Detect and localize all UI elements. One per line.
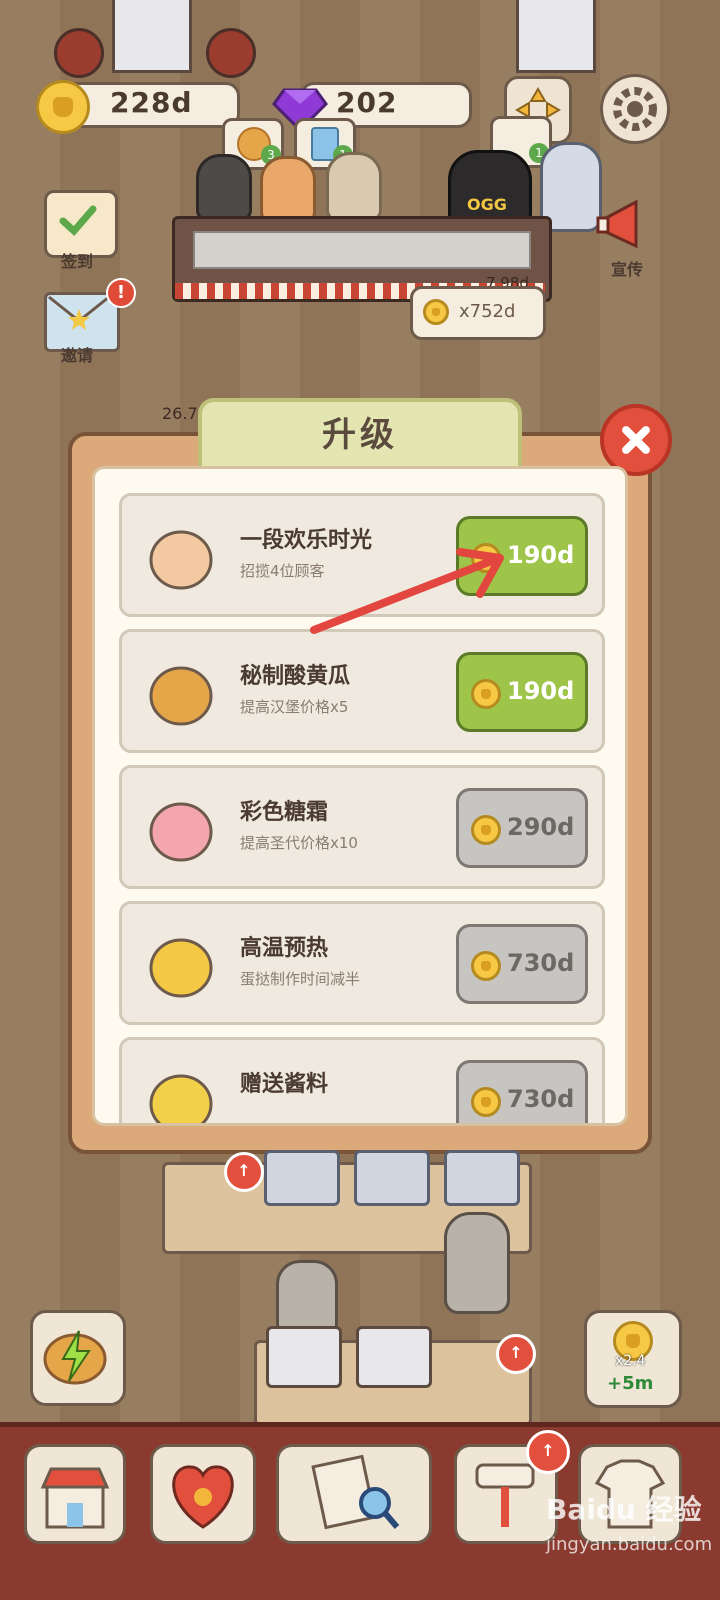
cat-customer	[276, 1260, 338, 1336]
upgrade-description: 提高圣代价格x10	[240, 834, 358, 852]
shop-button[interactable]	[24, 1444, 126, 1544]
invite-alert-badge: !	[106, 278, 136, 308]
upgrade-arrow-icon: ↑	[526, 1430, 570, 1474]
settings-button[interactable]	[600, 74, 670, 144]
side-value-label: 26.7	[162, 404, 198, 423]
upgrade-name: 彩色糖霜	[240, 800, 329, 825]
upgrade-item: 赠送酱料 730d	[119, 1037, 605, 1123]
upgrade-description: 蛋挞制作时间减半	[240, 970, 361, 988]
invite-label: 邀请	[60, 346, 93, 365]
lightning-icon	[43, 1330, 107, 1385]
checkmark-icon	[59, 205, 97, 237]
oven-icon	[356, 1326, 432, 1388]
cat-customer	[326, 152, 382, 222]
oven-icon	[266, 1326, 342, 1388]
table-top-right	[516, 0, 596, 73]
coin-icon	[471, 951, 501, 981]
buy-upgrade-button[interactable]: 190d	[456, 652, 588, 732]
cat-icon	[140, 514, 222, 596]
upgrade-description: 提高汉堡价格x5	[240, 698, 349, 716]
coin-icon	[36, 80, 90, 134]
promote-label: 宣传	[610, 260, 643, 279]
cat-customer	[260, 156, 316, 224]
boost-button[interactable]: x2.4 +5m	[584, 1310, 682, 1408]
coin-icon	[471, 1087, 501, 1117]
annotation-arrow	[310, 548, 504, 634]
chef-cat	[444, 1212, 510, 1314]
boost-duration: +5m	[607, 1373, 654, 1394]
tip-bubble[interactable]: x752d	[410, 286, 546, 340]
upgrade-arrow-icon[interactable]: ↑	[496, 1334, 536, 1374]
upgrade-price: 730d	[507, 949, 575, 977]
coin-amount: 228d	[110, 86, 193, 119]
buy-upgrade-button[interactable]: 730d	[456, 924, 588, 1004]
cat-customer	[196, 154, 252, 222]
upgrade-price: 730d	[507, 1085, 575, 1113]
upgrade-price: 190d	[507, 677, 575, 705]
modal-title-tab: 升级	[198, 398, 522, 472]
upgrade-arrow-icon[interactable]: ↑	[224, 1152, 264, 1192]
egg-tart-icon	[140, 922, 222, 1004]
tip-amount: x752d	[459, 301, 516, 322]
buy-upgrade-button[interactable]: 730d	[456, 1060, 588, 1123]
upgrade-name: 高温预热	[240, 936, 329, 961]
promote-button[interactable]	[596, 196, 662, 254]
envelope-icon	[48, 295, 110, 330]
coin-icon	[471, 815, 501, 845]
gear-icon	[613, 87, 657, 131]
burger-icon	[140, 650, 222, 732]
table-top-left	[112, 0, 192, 73]
heart-paw-icon	[172, 1465, 234, 1529]
stool-icon	[54, 28, 104, 78]
oven-icon	[444, 1150, 520, 1206]
watermark-brand: Baidu 经验	[546, 1493, 702, 1526]
upgrade-item: 秘制酸黄瓜提高汉堡价格x5 190d	[119, 629, 605, 753]
megaphone-icon	[596, 199, 638, 249]
fries-icon	[140, 1058, 222, 1123]
upgrade-item: 彩色糖霜提高圣代价格x10 290d	[119, 765, 605, 889]
upgrade-name: 赠送酱料	[240, 1072, 329, 1097]
buy-upgrade-button[interactable]: 290d	[456, 788, 588, 868]
energy-pizza-button[interactable]	[30, 1310, 126, 1406]
coin-icon	[423, 299, 449, 325]
search-newspaper-button[interactable]	[276, 1444, 432, 1544]
upgrade-name: 秘制酸黄瓜	[240, 664, 351, 689]
watermark-url: jingyan.baidu.com	[546, 1534, 713, 1555]
oven-icon	[354, 1150, 430, 1206]
coin-icon	[471, 679, 501, 709]
gem-amount: 202	[336, 86, 398, 119]
shirt-text: OGG	[467, 195, 507, 214]
pets-button[interactable]	[150, 1444, 256, 1544]
checkin-label: 签到	[60, 252, 93, 271]
upgrade-item: 高温预热蛋挞制作时间减半 730d	[119, 901, 605, 1025]
sundae-icon	[140, 786, 222, 868]
upgrade-price: 290d	[507, 813, 575, 841]
stool-icon	[206, 28, 256, 78]
magnifier-icon	[311, 1454, 400, 1530]
store-icon	[40, 1467, 110, 1529]
modal-title: 升级	[322, 415, 398, 455]
boost-multiplier: x2.4	[615, 1353, 646, 1369]
oven-icon	[264, 1150, 340, 1206]
